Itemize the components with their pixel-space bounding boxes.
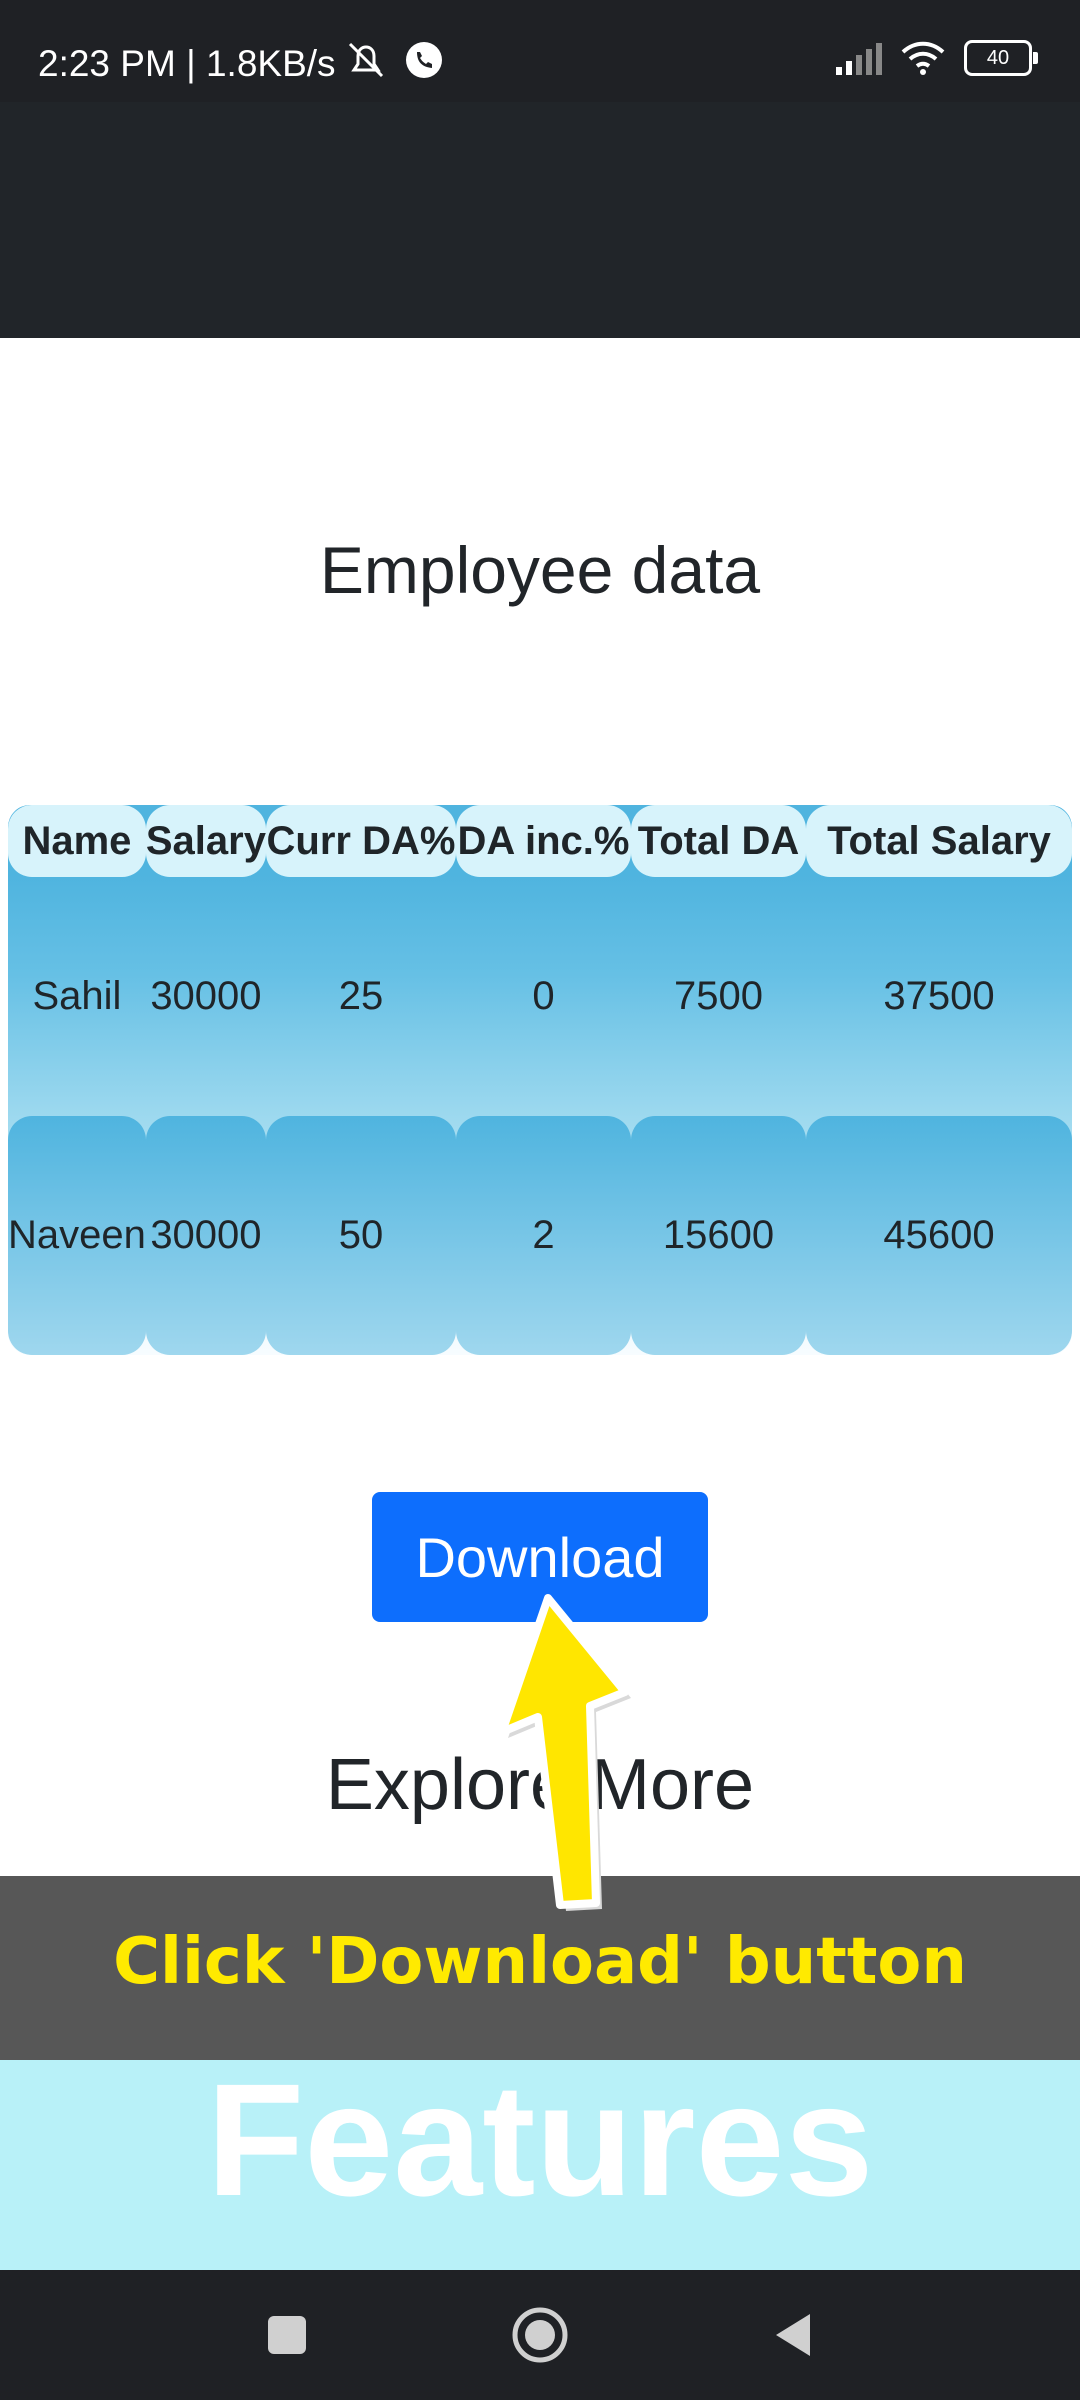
status-bar: 2:23 PM | 1.8KB/s 40 <box>0 0 1080 102</box>
app-header <box>0 102 1080 338</box>
cell-name: Sahil <box>32 974 122 1018</box>
cell-curr-da: 25 <box>338 974 384 1018</box>
cell-name: Naveen <box>8 1116 146 1355</box>
explore-more-title: Explore More <box>325 1745 755 1825</box>
header-total-da: Total DA <box>630 805 806 877</box>
features-title: Features <box>206 2060 874 2229</box>
wifi-icon <box>901 41 945 75</box>
phone-icon <box>406 42 443 78</box>
status-left-icons <box>344 40 444 80</box>
features-section: Features <box>0 2060 1080 2270</box>
cell-curr-da: 50 <box>265 1116 456 1355</box>
cell-total-da: 15600 <box>630 1116 806 1355</box>
header-salary: Salary <box>145 805 266 877</box>
download-button[interactable]: Download <box>372 1492 708 1622</box>
instruction-banner: Click 'Download' button <box>0 1876 1080 2060</box>
cell-salary: 30000 <box>145 1116 266 1355</box>
employee-table: Name Salary Curr DA% DA inc.% Total DA T… <box>8 805 1072 1355</box>
home-icon[interactable] <box>505 2300 575 2370</box>
status-right-icons: 40 <box>834 40 1038 76</box>
cell-total-da: 7500 <box>673 974 763 1018</box>
mute-icon <box>348 42 384 78</box>
header-da-inc: DA inc.% <box>455 805 631 877</box>
signal-icon <box>836 43 882 75</box>
table-row: Naveen 30000 50 2 15600 45600 <box>8 1116 1072 1355</box>
back-icon[interactable] <box>758 2300 828 2370</box>
page-title: Employee data <box>319 533 761 607</box>
header-curr-da: Curr DA% <box>265 805 456 877</box>
cell-da-inc: 2 <box>455 1116 631 1355</box>
recent-apps-icon[interactable] <box>252 2300 322 2370</box>
navigation-bar <box>0 2270 1080 2400</box>
cell-total-salary: 37500 <box>883 974 995 1018</box>
header-name: Name <box>8 805 146 877</box>
cell-salary: 30000 <box>150 974 262 1018</box>
table-header-row: Name Salary Curr DA% DA inc.% Total DA T… <box>8 805 1072 877</box>
table-row: Sahil 30000 25 0 7500 37500 <box>8 877 1072 1116</box>
header-total-salary: Total Salary <box>805 805 1072 877</box>
status-time: 2:23 PM | 1.8KB/s <box>38 43 336 84</box>
cell-total-salary: 45600 <box>805 1116 1072 1355</box>
cell-da-inc: 0 <box>532 974 555 1018</box>
battery-icon: 40 <box>964 40 1038 76</box>
